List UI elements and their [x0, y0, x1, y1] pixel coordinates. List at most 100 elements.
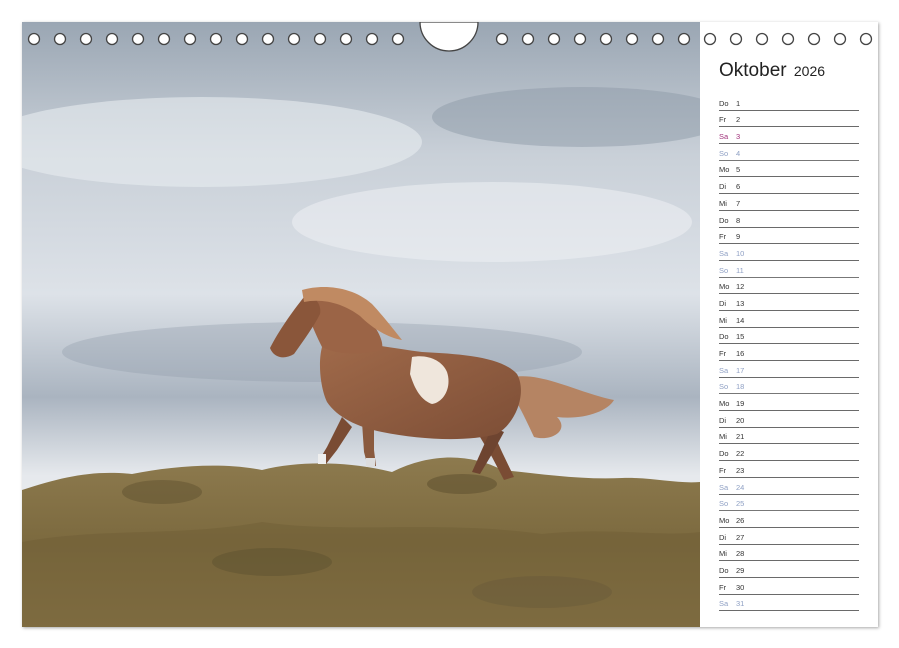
day-row: Do 22: [719, 444, 859, 462]
day-number: 7: [736, 198, 741, 208]
day-number: 30: [736, 582, 745, 592]
day-weekday: Mi: [719, 198, 727, 208]
day-number: 29: [736, 565, 745, 575]
day-row: Mo 26: [719, 511, 859, 528]
month-title: Oktober 2026: [719, 60, 825, 82]
day-number: 27: [736, 532, 745, 542]
day-number: 31: [736, 599, 745, 609]
day-row: Do 8: [719, 211, 859, 228]
day-list: Do 1 Fr 2 Sa 3 So 4 Mo 5 Di 6 Mi 7 Do 8 Fr 9 Sa 10 So 11 Mo 12 D…: [719, 94, 859, 612]
day-weekday: So: [719, 148, 729, 158]
day-weekday: So: [719, 382, 729, 392]
day-number: 3: [736, 132, 741, 142]
day-number: 17: [736, 365, 745, 375]
day-weekday: So: [719, 499, 729, 509]
day-row: Mi 21: [719, 428, 859, 445]
day-number: 8: [736, 215, 741, 225]
day-row: So 11: [719, 261, 859, 278]
month-year: 2026: [793, 63, 826, 79]
day-weekday: Do: [719, 565, 729, 575]
day-row: Di 20: [719, 411, 859, 428]
day-number: 20: [736, 415, 745, 425]
day-row: Fr 9: [719, 228, 859, 245]
day-weekday: So: [719, 265, 729, 275]
day-weekday: Sa: [719, 599, 729, 609]
day-weekday: Fr: [719, 349, 727, 358]
day-row: Sa 31: [719, 595, 859, 612]
horse-landscape-image: [22, 22, 700, 627]
calendar-panel: Oktober 2026 Do 1 Fr 2 Sa 3 So 4 Mo 5 Di 6 Mi 7 Do 8 Fr 9…: [700, 22, 878, 627]
day-row: Di 13: [719, 294, 859, 311]
day-row: Sa 3: [719, 127, 859, 145]
day-number: 24: [736, 482, 745, 492]
day-weekday: Sa: [719, 248, 729, 258]
day-number: 5: [736, 165, 741, 175]
day-row: Di 27: [719, 528, 859, 545]
day-weekday: Mi: [719, 432, 727, 442]
day-weekday: Sa: [719, 482, 729, 492]
day-weekday: Di: [719, 532, 727, 542]
day-row: Mo 19: [719, 394, 859, 412]
day-row: So 25: [719, 495, 859, 512]
day-number: 26: [736, 515, 745, 525]
day-number: 4: [736, 148, 741, 158]
day-number: 25: [736, 499, 745, 509]
day-weekday: Do: [719, 332, 729, 342]
day-number: 14: [736, 315, 745, 325]
day-number: 15: [736, 332, 745, 342]
day-number: 13: [736, 298, 745, 308]
day-weekday: Di: [719, 182, 727, 192]
day-weekday: Mi: [719, 549, 727, 559]
day-row: Do 15: [719, 328, 859, 345]
month-name: Oktober: [719, 60, 787, 81]
day-row: Mo 5: [719, 161, 859, 178]
day-weekday: Fr: [719, 232, 727, 242]
day-weekday: Fr: [719, 115, 727, 125]
day-row: Do 1: [719, 94, 859, 111]
day-number: 19: [736, 399, 745, 409]
day-weekday: Do: [719, 215, 729, 225]
day-number: 2: [736, 115, 741, 125]
day-weekday: Fr: [719, 465, 727, 475]
day-row: So 18: [719, 378, 859, 395]
day-weekday: Di: [719, 415, 727, 425]
day-row: Mo 12: [719, 278, 859, 295]
horse-photo: [22, 22, 700, 627]
day-number: 6: [736, 182, 741, 192]
day-number: 28: [736, 549, 745, 559]
day-number: 22: [736, 449, 745, 459]
day-weekday: Fr: [719, 582, 727, 592]
day-number: 9: [736, 232, 741, 242]
day-row: Mi 28: [719, 545, 859, 562]
day-weekday: Mo: [719, 282, 730, 292]
day-row: Fr 30: [719, 578, 859, 595]
calendar-page: Oktober 2026 Do 1 Fr 2 Sa 3 So 4 Mo 5 Di 6 Mi 7 Do 8 Fr 9…: [22, 22, 878, 627]
day-row: Mi 7: [719, 194, 859, 211]
day-row: Mi 14: [719, 311, 859, 328]
day-row: Do 29: [719, 561, 859, 578]
day-weekday: Sa: [719, 132, 729, 142]
day-number: 1: [736, 98, 741, 108]
day-row: Di 6: [719, 177, 859, 195]
day-number: 10: [736, 248, 745, 258]
day-weekday: Do: [719, 98, 729, 108]
day-row: Sa 10: [719, 244, 859, 261]
day-weekday: Do: [719, 449, 729, 459]
day-row: Fr 23: [719, 461, 859, 478]
day-weekday: Mo: [719, 165, 730, 175]
day-number: 18: [736, 382, 745, 392]
day-row: Fr 2: [719, 111, 859, 128]
day-number: 23: [736, 465, 745, 475]
day-row: Sa 17: [719, 361, 859, 378]
day-number: 21: [736, 432, 745, 442]
day-weekday: Mi: [719, 315, 727, 325]
day-row: Fr 16: [719, 344, 859, 361]
day-weekday: Di: [719, 298, 727, 308]
day-number: 16: [736, 349, 745, 358]
day-row: Sa 24: [719, 478, 859, 495]
day-weekday: Mo: [719, 399, 730, 409]
day-row: So 4: [719, 144, 859, 161]
day-number: 11: [736, 265, 744, 275]
day-weekday: Mo: [719, 515, 730, 525]
day-weekday: Sa: [719, 365, 729, 375]
